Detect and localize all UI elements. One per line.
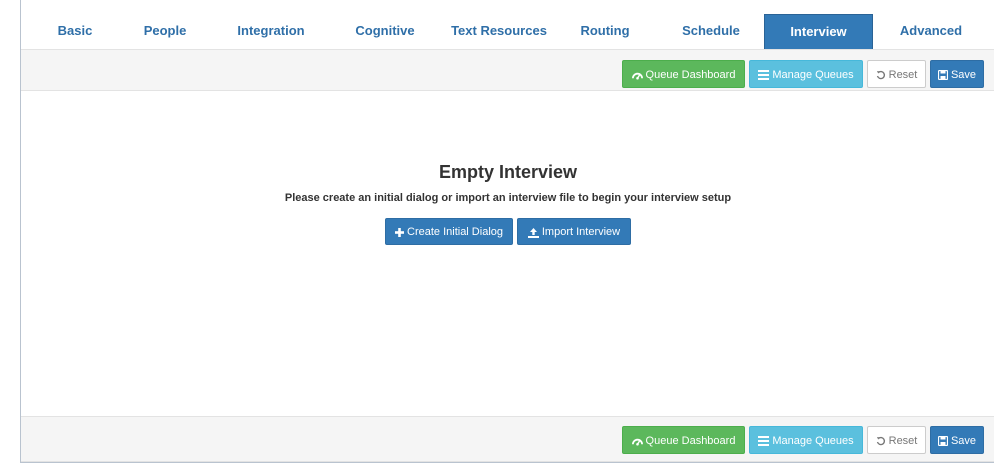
import-interview-button[interactable]: Import Interview (517, 218, 631, 245)
floppy-disk-icon (937, 70, 948, 81)
queue-dashboard-button[interactable]: Queue Dashboard (622, 60, 745, 88)
empty-state-description: Please create an initial dialog or impor… (284, 192, 732, 204)
tab-integration[interactable]: Integration (221, 14, 321, 48)
save-button[interactable]: Save (930, 426, 984, 454)
undo-icon (876, 70, 886, 80)
save-button[interactable]: Save (930, 60, 984, 88)
reset-button[interactable]: Reset (867, 426, 926, 454)
bottom-toolbar: Queue Dashboard Manage Queues Reset Save (21, 416, 994, 462)
tab-cognitive[interactable]: Cognitive (341, 14, 429, 48)
list-icon (758, 436, 770, 447)
tab-text-resources[interactable]: Text Resources (446, 14, 552, 48)
floppy-disk-icon (937, 436, 948, 447)
tab-advanced[interactable]: Advanced (889, 14, 973, 48)
interview-panel: Basic People Integration Cognitive Text … (20, 0, 994, 463)
top-toolbar: Queue Dashboard Manage Queues Reset Save (21, 49, 994, 91)
queue-dashboard-button[interactable]: Queue Dashboard (622, 426, 745, 454)
tab-bar: Basic People Integration Cognitive Text … (21, 14, 994, 50)
tab-people[interactable]: People (129, 14, 201, 48)
empty-state-title: Empty Interview (438, 162, 578, 182)
upload-icon (527, 227, 539, 238)
undo-icon (876, 436, 886, 446)
create-initial-dialog-button[interactable]: Create Initial Dialog (385, 218, 513, 245)
manage-queues-button[interactable]: Manage Queues (749, 60, 863, 88)
tab-schedule[interactable]: Schedule (671, 14, 751, 48)
manage-queues-button[interactable]: Manage Queues (749, 426, 863, 454)
reset-button[interactable]: Reset (867, 60, 926, 88)
dashboard-icon (631, 436, 643, 447)
tab-interview[interactable]: Interview (764, 14, 873, 49)
tab-basic[interactable]: Basic (39, 14, 111, 48)
plus-icon (395, 228, 404, 237)
list-icon (758, 70, 770, 81)
tab-routing[interactable]: Routing (569, 14, 641, 48)
dashboard-icon (631, 70, 643, 81)
